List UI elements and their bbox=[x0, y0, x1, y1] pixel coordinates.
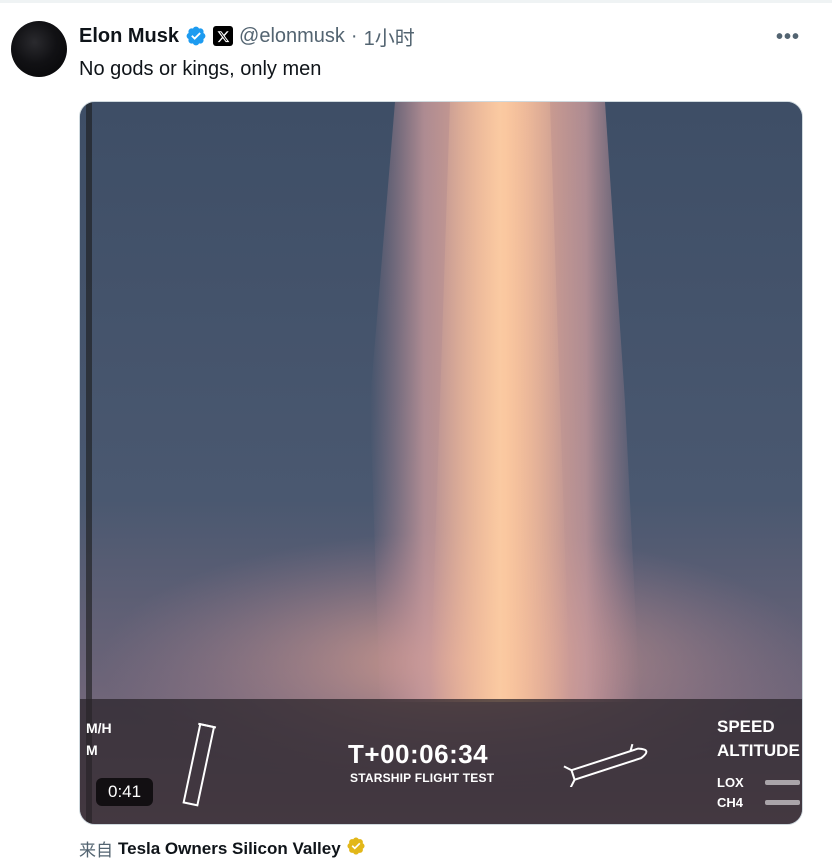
x-logo-icon bbox=[213, 26, 234, 46]
lox-label: LOX bbox=[717, 775, 744, 790]
tweet-header: Elon Musk @elonmusk · 1小时 bbox=[79, 22, 415, 51]
booster-telemetry-labels: M/H M bbox=[86, 717, 112, 761]
booster-speed-unit: M/H bbox=[86, 720, 112, 736]
header-separator: · bbox=[350, 24, 358, 47]
video-player[interactable]: M/H M T+00:06:34 STARSHIP FLIGHT TEST SP… bbox=[79, 101, 803, 825]
booster-graphic-icon bbox=[182, 722, 217, 807]
source-name[interactable]: Tesla Owners Silicon Valley bbox=[118, 839, 341, 859]
telemetry-overlay: M/H M T+00:06:34 STARSHIP FLIGHT TEST SP… bbox=[80, 699, 802, 824]
speed-label: SPEED bbox=[717, 717, 775, 736]
booster-altitude-unit: M bbox=[86, 742, 98, 758]
verified-badge-icon bbox=[185, 25, 207, 47]
author-handle[interactable]: @elonmusk bbox=[239, 25, 345, 48]
author-name[interactable]: Elon Musk bbox=[79, 25, 179, 48]
more-options-icon[interactable]: ••• bbox=[776, 26, 800, 49]
mission-clock: T+00:06:34 bbox=[348, 739, 489, 769]
avatar[interactable] bbox=[11, 21, 67, 77]
altitude-label: ALTITUDE bbox=[717, 741, 800, 760]
gold-verified-badge-icon bbox=[346, 836, 366, 861]
ch4-label: CH4 bbox=[717, 795, 744, 810]
propellant-labels: LOX CH4 bbox=[717, 773, 744, 813]
video-duration: 0:41 bbox=[96, 778, 154, 806]
ship-graphic-icon bbox=[563, 743, 648, 787]
top-divider bbox=[0, 0, 832, 3]
ch4-gauge bbox=[765, 800, 800, 805]
source-attribution: 来自 Tesla Owners Silicon Valley bbox=[79, 836, 366, 861]
tweet-time[interactable]: 1小时 bbox=[364, 22, 415, 51]
tweet-text: No gods or kings, only men bbox=[79, 58, 322, 80]
mission-title: STARSHIP FLIGHT TEST bbox=[350, 771, 495, 785]
source-prefix: 来自 bbox=[79, 841, 113, 860]
ship-telemetry-labels: SPEED ALTITUDE bbox=[717, 715, 800, 763]
lox-gauge bbox=[765, 780, 800, 785]
